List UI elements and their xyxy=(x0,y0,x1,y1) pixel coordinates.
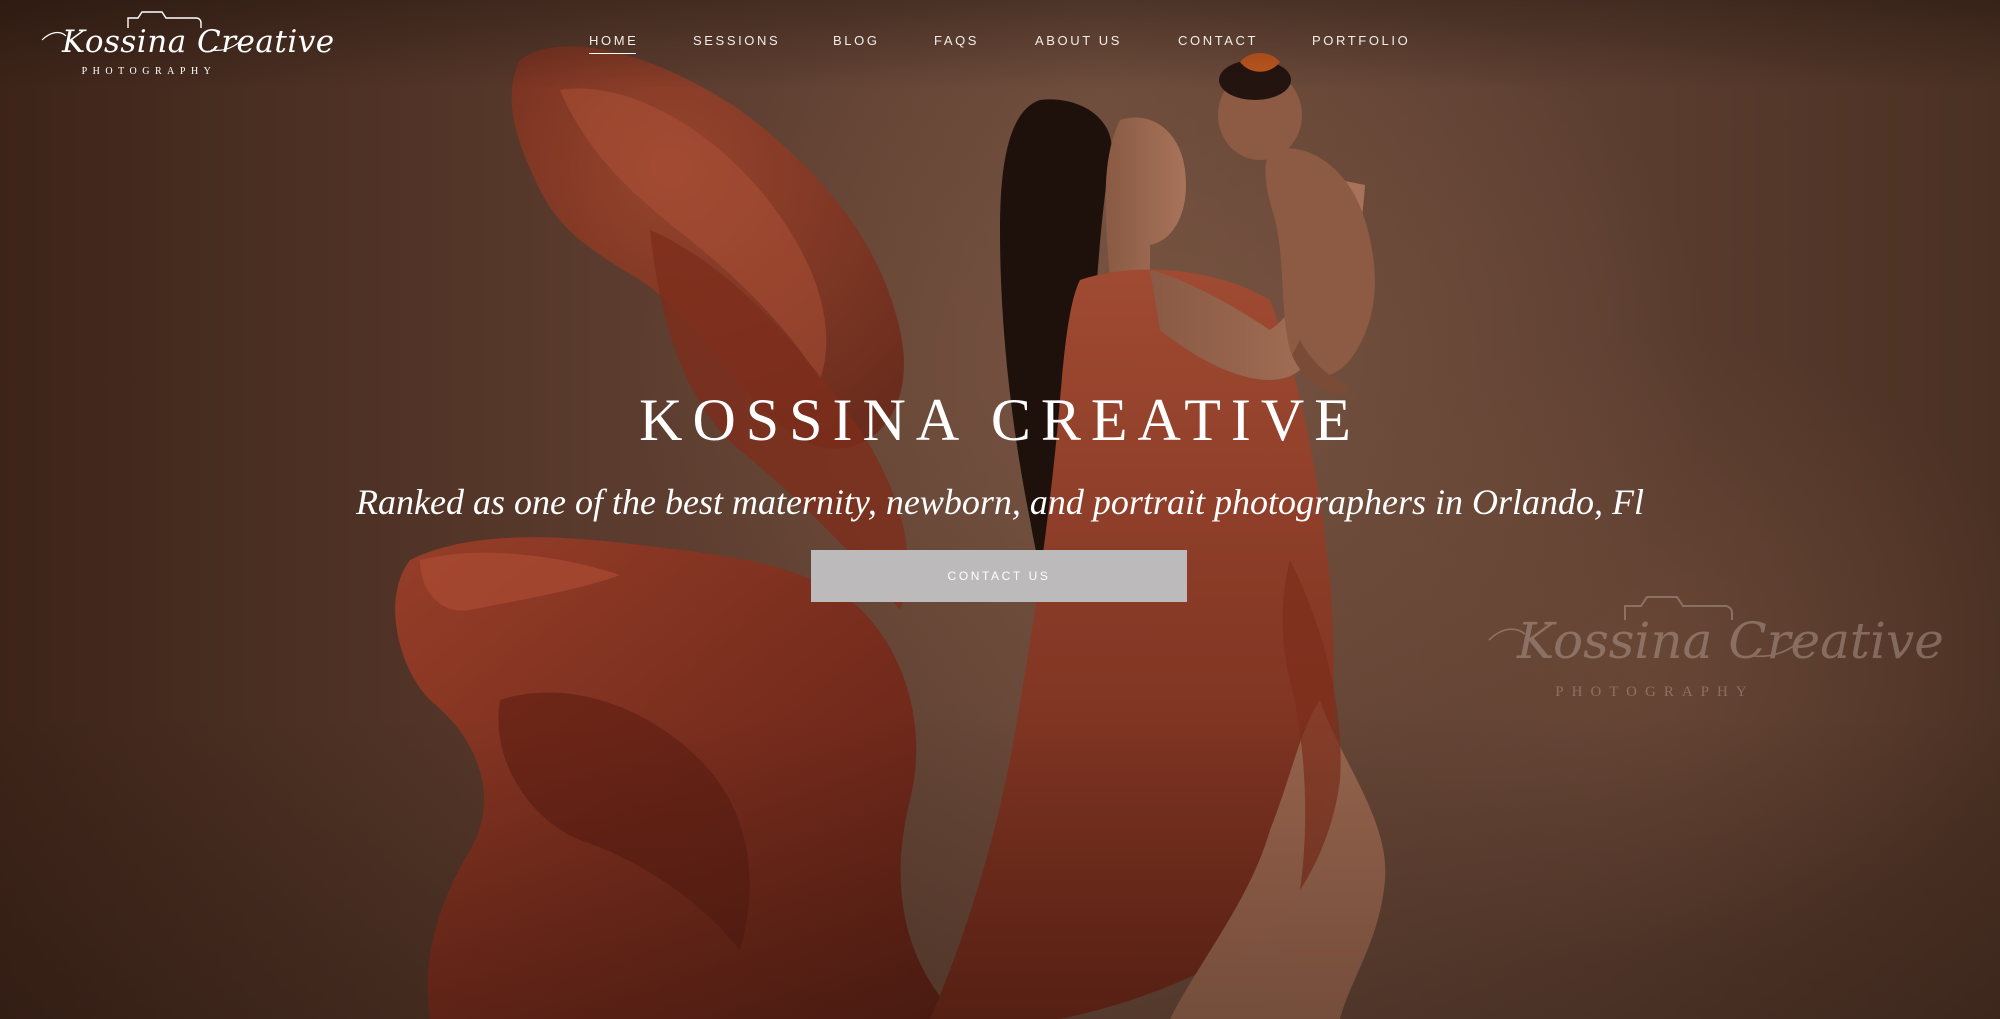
nav-faqs[interactable]: FAQS xyxy=(934,33,979,48)
watermark-subtitle: PHOTOGRAPHY xyxy=(1555,684,1755,700)
nav-contact[interactable]: CONTACT xyxy=(1178,33,1258,48)
watermark-logo: Kossina Creative PHOTOGRAPHY xyxy=(1485,590,1944,710)
hero-subtitle: Ranked as one of the best maternity, new… xyxy=(356,482,1644,522)
logo-subtitle: PHOTOGRAPHY xyxy=(81,66,217,77)
nav-about-us[interactable]: ABOUT US xyxy=(1035,33,1122,48)
hero-title: KOSSINA CREATIVE xyxy=(639,387,1361,453)
main-nav: HOME SESSIONS BLOG FAQS ABOUT US CONTACT… xyxy=(0,33,2000,54)
nav-sessions[interactable]: SESSIONS xyxy=(693,33,780,48)
watermark-script: Kossina Creative xyxy=(1517,612,1944,670)
contact-us-button[interactable]: CONTACT US xyxy=(811,550,1187,602)
nav-home[interactable]: HOME xyxy=(589,33,638,54)
nav-blog[interactable]: BLOG xyxy=(833,33,880,48)
nav-portfolio[interactable]: PORTFOLIO xyxy=(1312,33,1410,48)
hero-section: Kossina Creative PHOTOGRAPHY HOME SESSIO… xyxy=(0,0,2000,1019)
